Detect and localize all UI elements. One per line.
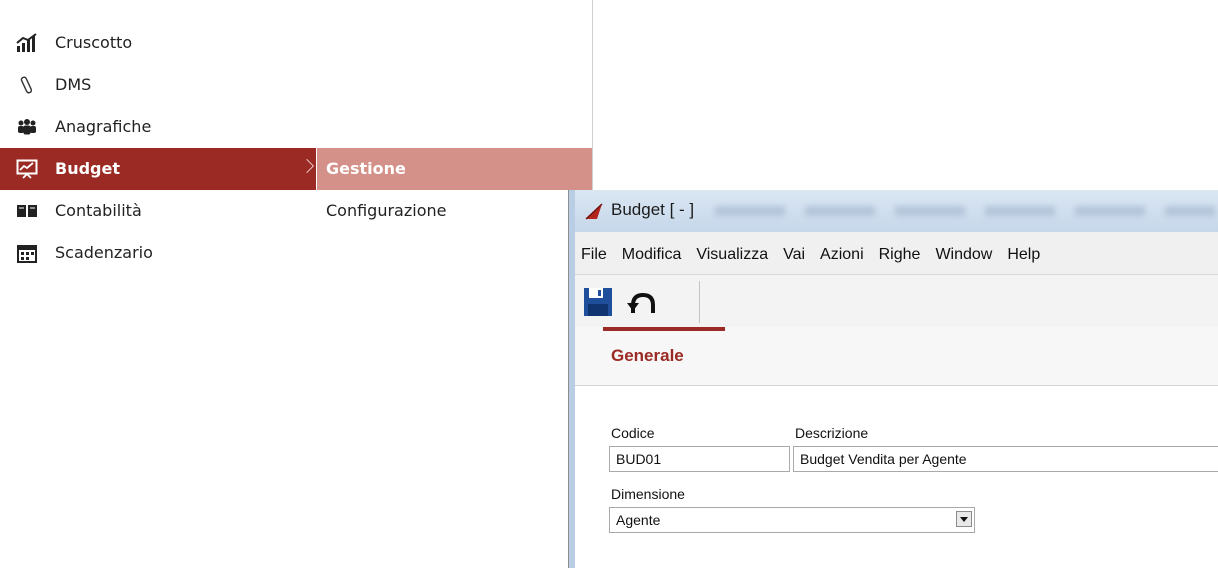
menu-item-dms[interactable]: DMS: [0, 64, 317, 106]
budget-submenu: Gestione Configurazione: [317, 22, 592, 232]
codice-label: Codice: [611, 425, 655, 441]
menu-item-contabilita[interactable]: Contabilità: [0, 190, 317, 232]
undo-button[interactable]: [627, 291, 657, 321]
toolbar: [575, 274, 1218, 328]
calendar-icon: [16, 243, 38, 263]
menu-item-anagrafiche[interactable]: Anagrafiche: [0, 106, 317, 148]
undo-icon: [627, 292, 655, 313]
menu-label: Anagrafiche: [55, 117, 152, 136]
window-title: Budget [ - ]: [611, 200, 695, 219]
save-icon: [584, 288, 612, 316]
submenu-item-configurazione[interactable]: Configurazione: [317, 190, 592, 232]
dropdown-arrow-icon[interactable]: [956, 511, 972, 527]
dimensione-value: Agente: [616, 512, 661, 528]
presentation-chart-icon: [16, 159, 38, 179]
menu-item-budget[interactable]: Budget: [0, 148, 316, 190]
toolbar-separator: [699, 281, 700, 323]
menubar: File Modifica Visualizza Vai Azioni Righ…: [575, 242, 1218, 268]
submenu-spacer: [317, 22, 592, 148]
people-group-icon: [16, 117, 38, 137]
submenu-label: Gestione: [326, 159, 406, 178]
form-panel: Codice BUD01 Descrizione Budget Vendita …: [575, 386, 1218, 568]
menu-modifica[interactable]: Modifica: [616, 246, 691, 264]
tab-bar: Generale: [575, 327, 1218, 386]
menu-label: Cruscotto: [55, 33, 133, 52]
save-button[interactable]: [583, 287, 613, 317]
dimensione-label: Dimensione: [611, 486, 685, 502]
menu-window[interactable]: Window: [929, 246, 1001, 264]
descrizione-label: Descrizione: [795, 425, 869, 441]
menu-item-scadenzario[interactable]: Scadenzario: [0, 232, 317, 274]
menu-label: Contabilità: [55, 201, 142, 220]
menu-help[interactable]: Help: [1001, 246, 1049, 264]
menu-item-partial: [0, 274, 317, 283]
menu-label: DMS: [55, 75, 92, 94]
menu-item-cruscotto[interactable]: Cruscotto: [0, 22, 317, 64]
menu-label: Budget: [55, 159, 120, 178]
paperclip-icon: [16, 75, 38, 95]
codice-field[interactable]: BUD01: [609, 446, 790, 472]
app-logo-icon: [585, 202, 605, 220]
menu-file[interactable]: File: [575, 246, 616, 264]
main-menu: Cruscotto DMS Anagrafiche Budget Contabi…: [0, 22, 317, 283]
chevron-right-icon: [299, 158, 315, 174]
menu-vai[interactable]: Vai: [777, 246, 814, 264]
dimensione-select[interactable]: Agente: [609, 507, 975, 533]
tab-generale[interactable]: Generale: [603, 327, 725, 385]
budget-window: Budget [ - ] File Modifica Visualizza Va…: [568, 190, 1218, 568]
menu-label: Scadenzario: [55, 243, 153, 262]
dashboard-chart-icon: [16, 33, 38, 53]
descrizione-field[interactable]: Budget Vendita per Agente: [793, 446, 1218, 472]
menu-righe[interactable]: Righe: [873, 246, 930, 264]
submenu-item-gestione[interactable]: Gestione: [317, 148, 592, 190]
book-icon: [16, 201, 38, 221]
navigation-menu: Cruscotto DMS Anagrafiche Budget Contabi…: [0, 0, 593, 283]
blurred-background-text: [715, 206, 1215, 216]
window-titlebar[interactable]: Budget [ - ]: [575, 190, 1218, 232]
menu-azioni[interactable]: Azioni: [814, 246, 873, 264]
menu-visualizza[interactable]: Visualizza: [690, 246, 777, 264]
submenu-label: Configurazione: [326, 201, 447, 220]
